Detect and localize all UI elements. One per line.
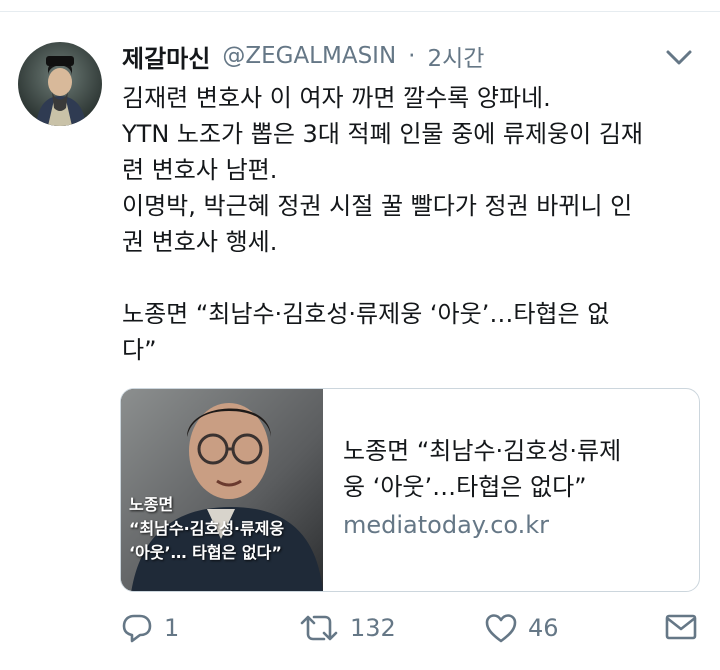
tweet-line: 이명박, 박근혜 정권 시절 꿀 빨다가 정권 바뀌니 인 [122, 192, 633, 220]
envelope-icon [665, 614, 697, 640]
retweet-count: 132 [350, 614, 396, 642]
like-count: 46 [528, 614, 559, 642]
chevron-down-icon[interactable] [662, 42, 696, 72]
tweet-actions: 1 132 46 [120, 604, 704, 654]
overlay-line: ‘아웃’… 타협은 없다” [129, 543, 282, 562]
avatar-image [18, 42, 102, 126]
retweet-button[interactable]: 132 [298, 612, 396, 644]
card-domain: mediatoday.co.kr [343, 511, 550, 539]
reply-count: 1 [164, 614, 180, 642]
card-title-line: 웅 ‘아웃’…타협은 없다” [343, 473, 587, 501]
overlay-line: 노종면 [129, 495, 174, 514]
like-button[interactable]: 46 [484, 612, 559, 644]
tweet-line: 노종면 “최남수·김호성·류제웅 ‘아웃’…타협은 없 [122, 300, 610, 328]
direct-message-button[interactable] [664, 612, 698, 642]
card-overlay-text: 노종면 “최남수·김호성·류제웅 ‘아웃’… 타협은 없다” [129, 493, 321, 565]
user-handle[interactable]: @ZEGALMASIN [222, 43, 396, 69]
card-body: 노종면 “최남수·김호성·류제 웅 ‘아웃’…타협은 없다” mediatoda… [343, 433, 683, 543]
avatar[interactable] [18, 42, 102, 126]
tweet-text: 김재련 변호사 이 여자 까면 깔수록 양파네. YTN 노조가 뽑은 3대 적… [122, 80, 702, 368]
link-card[interactable]: 노종면 “최남수·김호성·류제웅 ‘아웃’… 타협은 없다” 노종면 “최남수·… [120, 388, 700, 592]
display-name[interactable]: 제갈마신 [122, 39, 210, 74]
reply-button[interactable]: 1 [120, 612, 179, 644]
reply-icon [122, 614, 152, 643]
card-thumbnail: 노종면 “최남수·김호성·류제웅 ‘아웃’… 타협은 없다” [121, 389, 323, 591]
tweet-line: YTN 노조가 뽑은 3대 적폐 인물 중에 류제웅이 김재 [122, 120, 644, 148]
tweet-line: 련 변호사 남편. [122, 156, 278, 184]
tweet-header: 제갈마신 @ZEGALMASIN · 2시간 [122, 38, 696, 74]
tweet-line: 김재련 변호사 이 여자 까면 깔수록 양파네. [122, 84, 551, 112]
retweet-icon [300, 615, 338, 641]
top-divider [0, 11, 720, 12]
timestamp[interactable]: 2시간 [427, 39, 484, 73]
card-title-line: 노종면 “최남수·김호성·류제 [343, 437, 622, 465]
tweet-line: 다” [122, 336, 157, 364]
heart-icon [485, 614, 517, 643]
tweet-line: 권 변호사 행세. [122, 228, 278, 256]
separator-dot: · [408, 43, 416, 69]
card-title: 노종면 “최남수·김호성·류제 웅 ‘아웃’…타협은 없다” [343, 433, 683, 505]
overlay-line: “최남수·김호성·류제웅 [129, 519, 285, 538]
